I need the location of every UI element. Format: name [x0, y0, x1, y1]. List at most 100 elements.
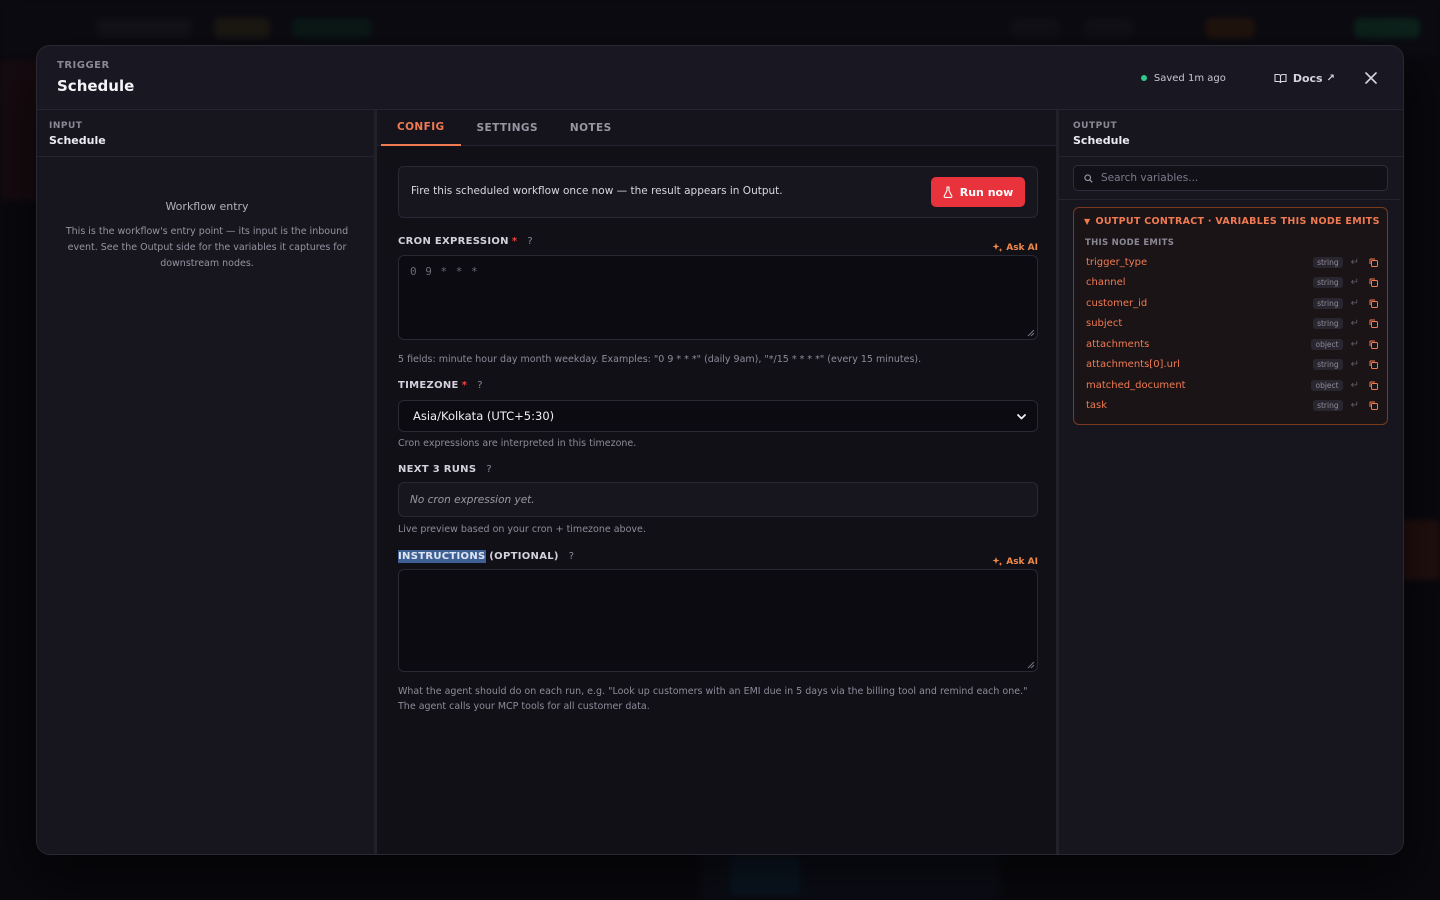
copy-icon[interactable]: [1369, 401, 1378, 410]
help-icon[interactable]: ?: [477, 380, 483, 391]
tab-notes[interactable]: NOTES: [554, 110, 628, 146]
triangle-down-icon: ▼: [1084, 217, 1091, 226]
sparkle-icon: [992, 243, 1003, 252]
run-now-button[interactable]: Run now: [931, 177, 1025, 207]
input-panel: INPUT Schedule Workflow entry This is th…: [37, 110, 377, 854]
ask-ai-label: Ask AI: [1006, 556, 1038, 567]
node-kind-label: TRIGGER: [57, 60, 110, 71]
instructions-ask-ai-button[interactable]: Ask AI: [992, 556, 1038, 567]
variable-row: task string ↵: [1086, 395, 1378, 415]
instructions-hint-line1: What the agent should do on each run, e.…: [398, 686, 1028, 697]
docs-label: Docs: [1292, 71, 1323, 85]
variable-row: customer_id string ↵: [1086, 293, 1378, 313]
insert-icon[interactable]: ↵: [1351, 400, 1359, 411]
output-contract-toggle[interactable]: ▼ OUTPUT CONTRACT · VARIABLES THIS NODE …: [1084, 216, 1380, 227]
variable-name[interactable]: customer_id: [1086, 298, 1313, 309]
variable-row: matched_document object ↵: [1086, 375, 1378, 395]
output-panel-title: Schedule: [1073, 134, 1130, 147]
help-icon[interactable]: ?: [569, 551, 575, 562]
input-panel-kicker: INPUT: [49, 121, 83, 131]
variable-name[interactable]: matched_document: [1086, 380, 1311, 391]
next-runs-label-text: NEXT 3 RUNS: [398, 464, 477, 475]
variable-type-badge: string: [1313, 399, 1343, 411]
timezone-select[interactable]: Asia/Kolkata (UTC+5:30): [398, 400, 1038, 432]
run-now-box: Fire this scheduled workflow once now — …: [398, 166, 1038, 218]
timezone-value: Asia/Kolkata (UTC+5:30): [413, 409, 555, 423]
sparkle-icon: [992, 557, 1003, 566]
variable-row: attachments[0].url string ↵: [1086, 354, 1378, 374]
copy-icon[interactable]: [1369, 299, 1378, 308]
help-icon[interactable]: ?: [527, 236, 533, 247]
config-panel: CONFIG SETTINGS NOTES Fire this schedule…: [377, 110, 1059, 854]
next-runs-preview: No cron expression yet.: [398, 482, 1038, 517]
tab-config[interactable]: CONFIG: [381, 110, 461, 146]
external-link-icon: ↗: [1326, 72, 1335, 84]
tab-bar: CONFIG SETTINGS NOTES: [377, 110, 1056, 146]
config-form: Fire this scheduled workflow once now — …: [398, 166, 1038, 712]
divider: [1059, 199, 1400, 200]
instructions-label-text: INSTRUCTIONS: [398, 550, 486, 563]
variable-name[interactable]: task: [1086, 400, 1313, 411]
copy-icon[interactable]: [1369, 381, 1378, 390]
variable-type-badge: object: [1311, 338, 1343, 350]
node-title: Schedule: [57, 77, 135, 95]
tab-settings[interactable]: SETTINGS: [461, 110, 554, 146]
insert-icon[interactable]: ↵: [1351, 359, 1359, 370]
emits-label: THIS NODE EMITS: [1085, 238, 1175, 248]
cron-expression-input[interactable]: 0 9 * * *: [398, 255, 1038, 340]
docs-link[interactable]: Docs ↗: [1274, 72, 1335, 85]
cron-ask-ai-button[interactable]: Ask AI: [992, 242, 1038, 253]
saved-dot-icon: [1140, 75, 1147, 81]
copy-icon[interactable]: [1369, 340, 1378, 349]
output-panel-kicker: OUTPUT: [1073, 121, 1118, 131]
variable-name[interactable]: attachments: [1086, 339, 1311, 350]
help-icon[interactable]: ?: [486, 464, 492, 475]
save-status-text: Saved 1m ago: [1153, 72, 1226, 84]
timezone-hint: Cron expressions are interpreted in this…: [398, 438, 637, 449]
cron-label-text: CRON EXPRESSION: [398, 236, 509, 247]
required-mark: *: [511, 236, 518, 247]
instructions-label: INSTRUCTIONS (OPTIONAL) ?: [398, 550, 574, 563]
resize-handle-icon[interactable]: [1027, 661, 1035, 669]
copy-icon[interactable]: [1369, 319, 1378, 328]
copy-icon[interactable]: [1369, 278, 1378, 287]
variable-search-input[interactable]: [1101, 172, 1371, 184]
insert-icon[interactable]: ↵: [1351, 257, 1359, 268]
variable-type-badge: string: [1313, 297, 1343, 309]
output-panel: OUTPUT Schedule ▼ OUTPUT CONTRACT · VARI…: [1059, 110, 1403, 854]
resize-handle-icon[interactable]: [1027, 329, 1035, 337]
variable-row: channel string ↵: [1086, 272, 1378, 292]
variable-name[interactable]: channel: [1086, 277, 1313, 288]
close-button[interactable]: [1359, 66, 1383, 90]
instructions-hint-line2: The agent calls your MCP tools for all c…: [398, 701, 650, 712]
insert-icon[interactable]: ↵: [1351, 298, 1359, 309]
insert-icon[interactable]: ↵: [1351, 318, 1359, 329]
node-config-modal: TRIGGER Schedule Saved 1m ago Docs ↗ INP…: [36, 45, 1404, 855]
output-contract: ▼ OUTPUT CONTRACT · VARIABLES THIS NODE …: [1073, 207, 1388, 425]
variable-name[interactable]: subject: [1086, 318, 1313, 329]
run-now-label: Run now: [959, 185, 1014, 199]
variable-type-badge: string: [1313, 358, 1343, 370]
copy-icon[interactable]: [1369, 258, 1378, 267]
instructions-input[interactable]: [398, 569, 1038, 672]
cron-hint: 5 fields: minute hour day month weekday.…: [398, 354, 922, 365]
search-icon: [1084, 173, 1093, 183]
variable-name[interactable]: attachments[0].url: [1086, 359, 1313, 370]
output-contract-title: OUTPUT CONTRACT · VARIABLES THIS NODE EM…: [1095, 216, 1380, 227]
flask-icon: [943, 186, 953, 198]
timezone-label-text: TIMEZONE: [398, 380, 459, 391]
book-icon: [1274, 73, 1287, 83]
close-icon: [1365, 72, 1377, 84]
cron-placeholder: 0 9 * * *: [410, 265, 479, 278]
input-panel-header: INPUT Schedule: [37, 110, 374, 157]
variable-type-badge: string: [1313, 276, 1343, 288]
insert-icon[interactable]: ↵: [1351, 277, 1359, 288]
insert-icon[interactable]: ↵: [1351, 339, 1359, 350]
variable-row: attachments object ↵: [1086, 334, 1378, 354]
variable-name[interactable]: trigger_type: [1086, 257, 1313, 268]
next-runs-empty-text: No cron expression yet.: [410, 493, 535, 506]
copy-icon[interactable]: [1369, 360, 1378, 369]
output-panel-header: OUTPUT Schedule: [1059, 110, 1403, 157]
insert-icon[interactable]: ↵: [1351, 380, 1359, 391]
variable-search[interactable]: [1073, 165, 1388, 191]
